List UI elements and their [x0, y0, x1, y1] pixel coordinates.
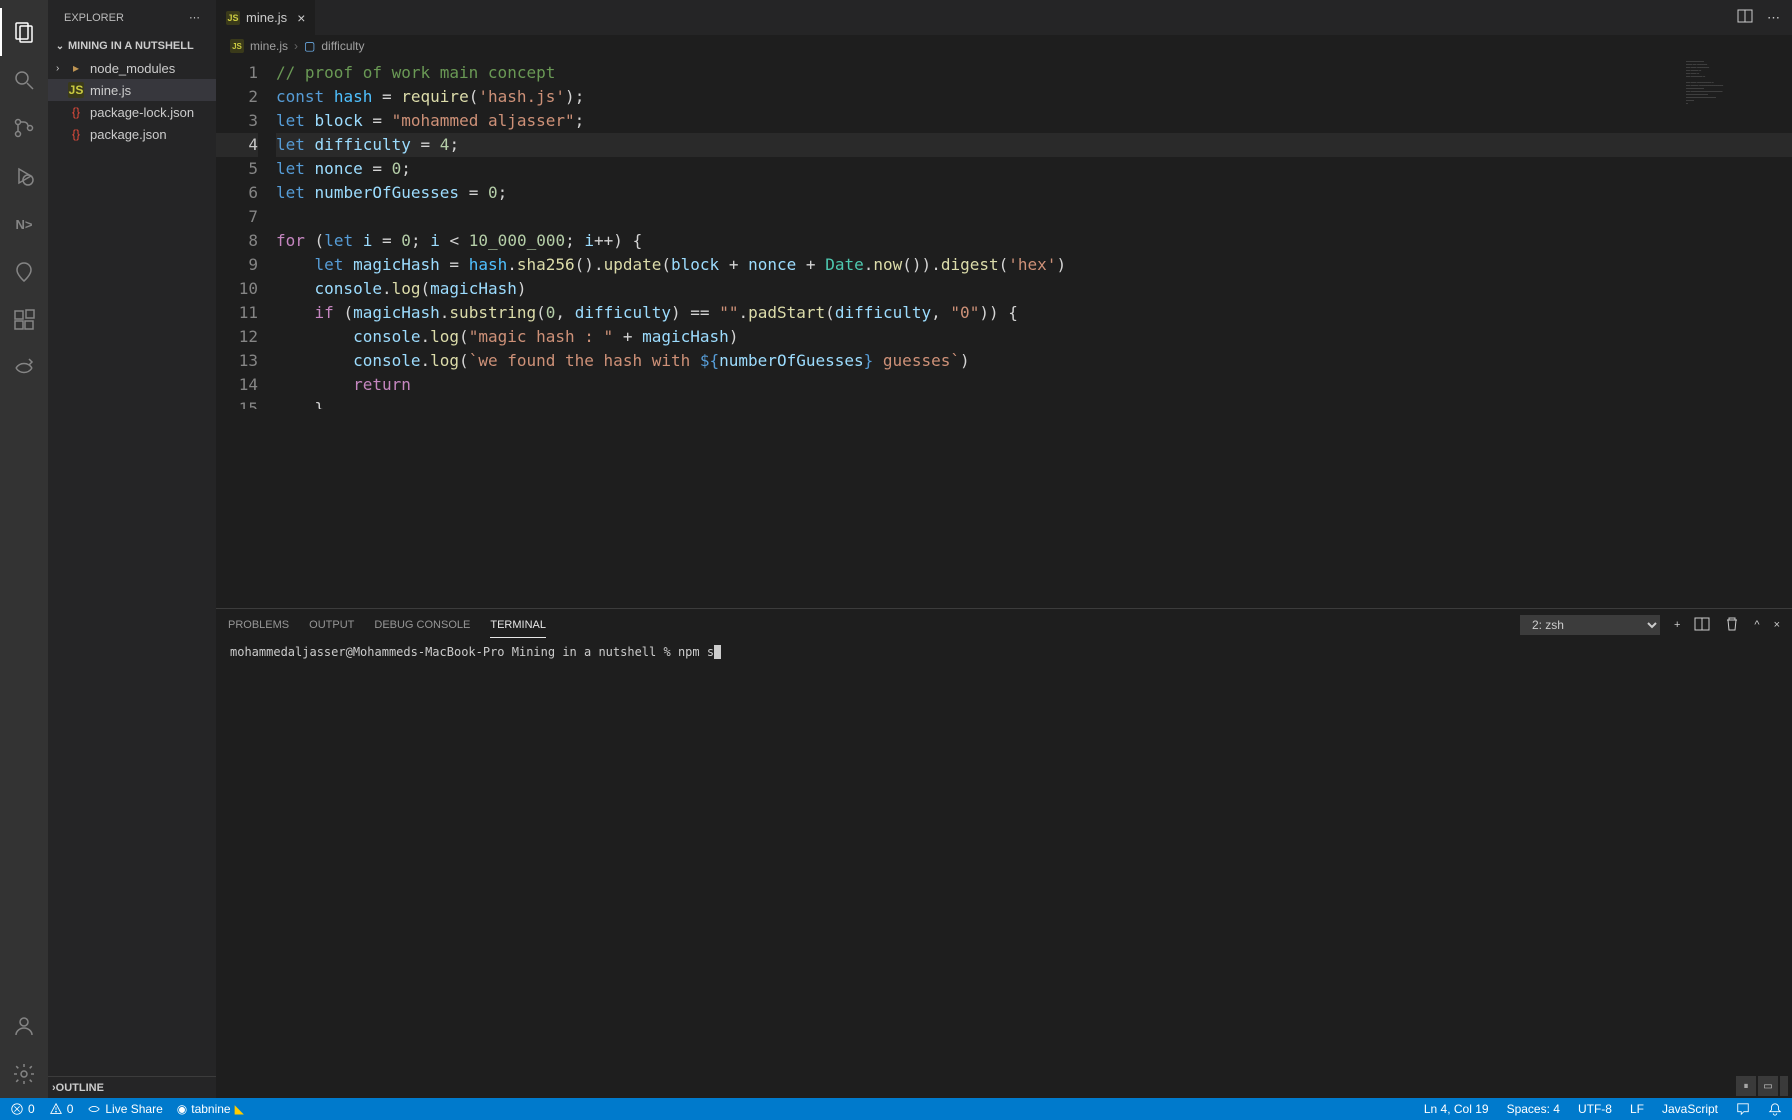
code-content[interactable]: // proof of work main conceptconst hash …	[276, 57, 1792, 608]
activity-bar: N>	[0, 0, 48, 1098]
settings-gear-icon[interactable]	[0, 1050, 48, 1098]
run-debug-icon[interactable]	[0, 152, 48, 200]
terminal-selector[interactable]: 2: zsh	[1520, 615, 1660, 635]
minimap[interactable]: ▬▬▬▬▬▬▬▬▬▬▬▬ ▬▬ ▬▬▬▬▬▬▬ ▬▬▬ ▬▬▬▬▬▬▬▬ ▬▬▬…	[1682, 57, 1792, 608]
outline-label: OUTLINE	[56, 1082, 104, 1094]
split-editor-icon[interactable]	[1737, 8, 1753, 27]
panel-tab-output[interactable]: OUTPUT	[309, 613, 354, 637]
symbol-icon: ▢	[304, 39, 315, 53]
status-bar: 0 0 Live Share ◉ tabnine ◣ Ln 4, Col 19 …	[0, 1098, 1792, 1120]
panel-tab-debug-console[interactable]: DEBUG CONSOLE	[374, 613, 470, 637]
tree-item-package-json[interactable]: {} package.json	[48, 123, 216, 145]
status-eol[interactable]: LF	[1630, 1102, 1644, 1116]
status-feedback-icon[interactable]	[1736, 1102, 1750, 1116]
breadcrumb-file: mine.js	[250, 39, 288, 53]
js-file-icon: JS	[230, 39, 244, 53]
search-icon[interactable]	[0, 56, 48, 104]
json-file-icon: {}	[68, 126, 84, 142]
editor[interactable]: 123456789101112131415 // proof of work m…	[216, 57, 1792, 608]
terminal-cursor	[714, 645, 721, 659]
control-3[interactable]	[1780, 1076, 1788, 1096]
status-language[interactable]: JavaScript	[1662, 1102, 1718, 1116]
explorer-icon[interactable]	[0, 8, 48, 56]
tree-item-label: package.json	[90, 127, 167, 142]
more-actions-icon[interactable]: ⋯	[1767, 10, 1780, 26]
breadcrumb[interactable]: JS mine.js › ▢ difficulty	[216, 35, 1792, 57]
status-indentation[interactable]: Spaces: 4	[1507, 1102, 1560, 1116]
tree-item-label: node_modules	[90, 61, 175, 76]
panel: PROBLEMS OUTPUT DEBUG CONSOLE TERMINAL 2…	[216, 608, 1792, 1098]
file-tree: ›▸ node_modules JS mine.js {} package-lock.js…	[48, 57, 216, 1076]
extension-icon-1[interactable]	[0, 248, 48, 296]
status-errors[interactable]: 0	[10, 1102, 35, 1116]
js-file-icon: JS	[226, 11, 240, 25]
close-tab-icon[interactable]: ×	[297, 10, 305, 26]
project-section-header[interactable]: ⌄ MINING IN A NUTSHELL	[48, 35, 216, 57]
control-1[interactable]: ⏸	[1736, 1076, 1756, 1096]
sidebar: EXPLORER ⋯ ⌄ MINING IN A NUTSHELL ›▸ node…	[48, 0, 216, 1098]
maximize-panel-icon[interactable]: ^	[1754, 619, 1759, 631]
nx-icon[interactable]: N>	[0, 200, 48, 248]
status-tabnine[interactable]: ◉ tabnine ◣	[177, 1102, 244, 1116]
source-control-icon[interactable]	[0, 104, 48, 152]
share-icon[interactable]	[0, 344, 48, 392]
status-encoding[interactable]: UTF-8	[1578, 1102, 1612, 1116]
terminal-prompt: mohammedaljasser@Mohammeds-MacBook-Pro M…	[230, 645, 678, 659]
tab-bar: JS mine.js × ⋯	[216, 0, 1792, 35]
extensions-icon[interactable]	[0, 296, 48, 344]
breadcrumb-separator: ›	[294, 39, 298, 53]
tab-label: mine.js	[246, 10, 287, 25]
line-gutter: 123456789101112131415	[216, 57, 276, 608]
bottom-right-controls: ⏸ ▭	[1736, 1076, 1788, 1096]
panel-tab-terminal[interactable]: TERMINAL	[490, 613, 546, 638]
sidebar-header: EXPLORER ⋯	[48, 0, 216, 35]
sidebar-title: EXPLORER	[64, 12, 124, 24]
json-file-icon: {}	[68, 104, 84, 120]
terminal-command: npm s	[678, 645, 714, 659]
tab-mine-js[interactable]: JS mine.js ×	[216, 0, 316, 35]
folder-icon: ▸	[68, 60, 84, 76]
kill-terminal-icon[interactable]	[1724, 616, 1740, 635]
chevron-right-icon: ›	[56, 63, 68, 74]
js-file-icon: JS	[68, 82, 84, 98]
tree-item-node_modules[interactable]: ›▸ node_modules	[48, 57, 216, 79]
status-warnings[interactable]: 0	[49, 1102, 74, 1116]
terminal-content[interactable]: mohammedaljasser@Mohammeds-MacBook-Pro M…	[216, 641, 1792, 1098]
control-2[interactable]: ▭	[1758, 1076, 1778, 1096]
split-terminal-icon[interactable]	[1694, 616, 1710, 635]
editor-area: JS mine.js × ⋯ JS mine.js › ▢ difficulty	[216, 0, 1792, 1098]
status-cursor-position[interactable]: Ln 4, Col 19	[1424, 1102, 1489, 1116]
tree-item-label: package-lock.json	[90, 105, 194, 120]
tabnine-indicator-icon: ◣	[235, 1102, 244, 1116]
panel-tab-problems[interactable]: PROBLEMS	[228, 613, 289, 637]
sidebar-more-icon[interactable]: ⋯	[189, 11, 200, 24]
tree-item-label: mine.js	[90, 83, 131, 98]
tree-item-mine-js[interactable]: JS mine.js	[48, 79, 216, 101]
status-bell-icon[interactable]	[1768, 1102, 1782, 1116]
new-terminal-icon[interactable]: +	[1674, 619, 1680, 631]
status-liveshare[interactable]: Live Share	[87, 1102, 162, 1116]
panel-tabs: PROBLEMS OUTPUT DEBUG CONSOLE TERMINAL 2…	[216, 609, 1792, 641]
outline-section-header[interactable]: › OUTLINE	[48, 1076, 216, 1098]
project-name: MINING IN A NUTSHELL	[68, 40, 194, 52]
chevron-down-icon: ⌄	[52, 41, 68, 52]
account-icon[interactable]	[0, 1002, 48, 1050]
close-panel-icon[interactable]: ×	[1774, 619, 1780, 631]
breadcrumb-symbol: difficulty	[321, 39, 364, 53]
tree-item-package-lock-json[interactable]: {} package-lock.json	[48, 101, 216, 123]
